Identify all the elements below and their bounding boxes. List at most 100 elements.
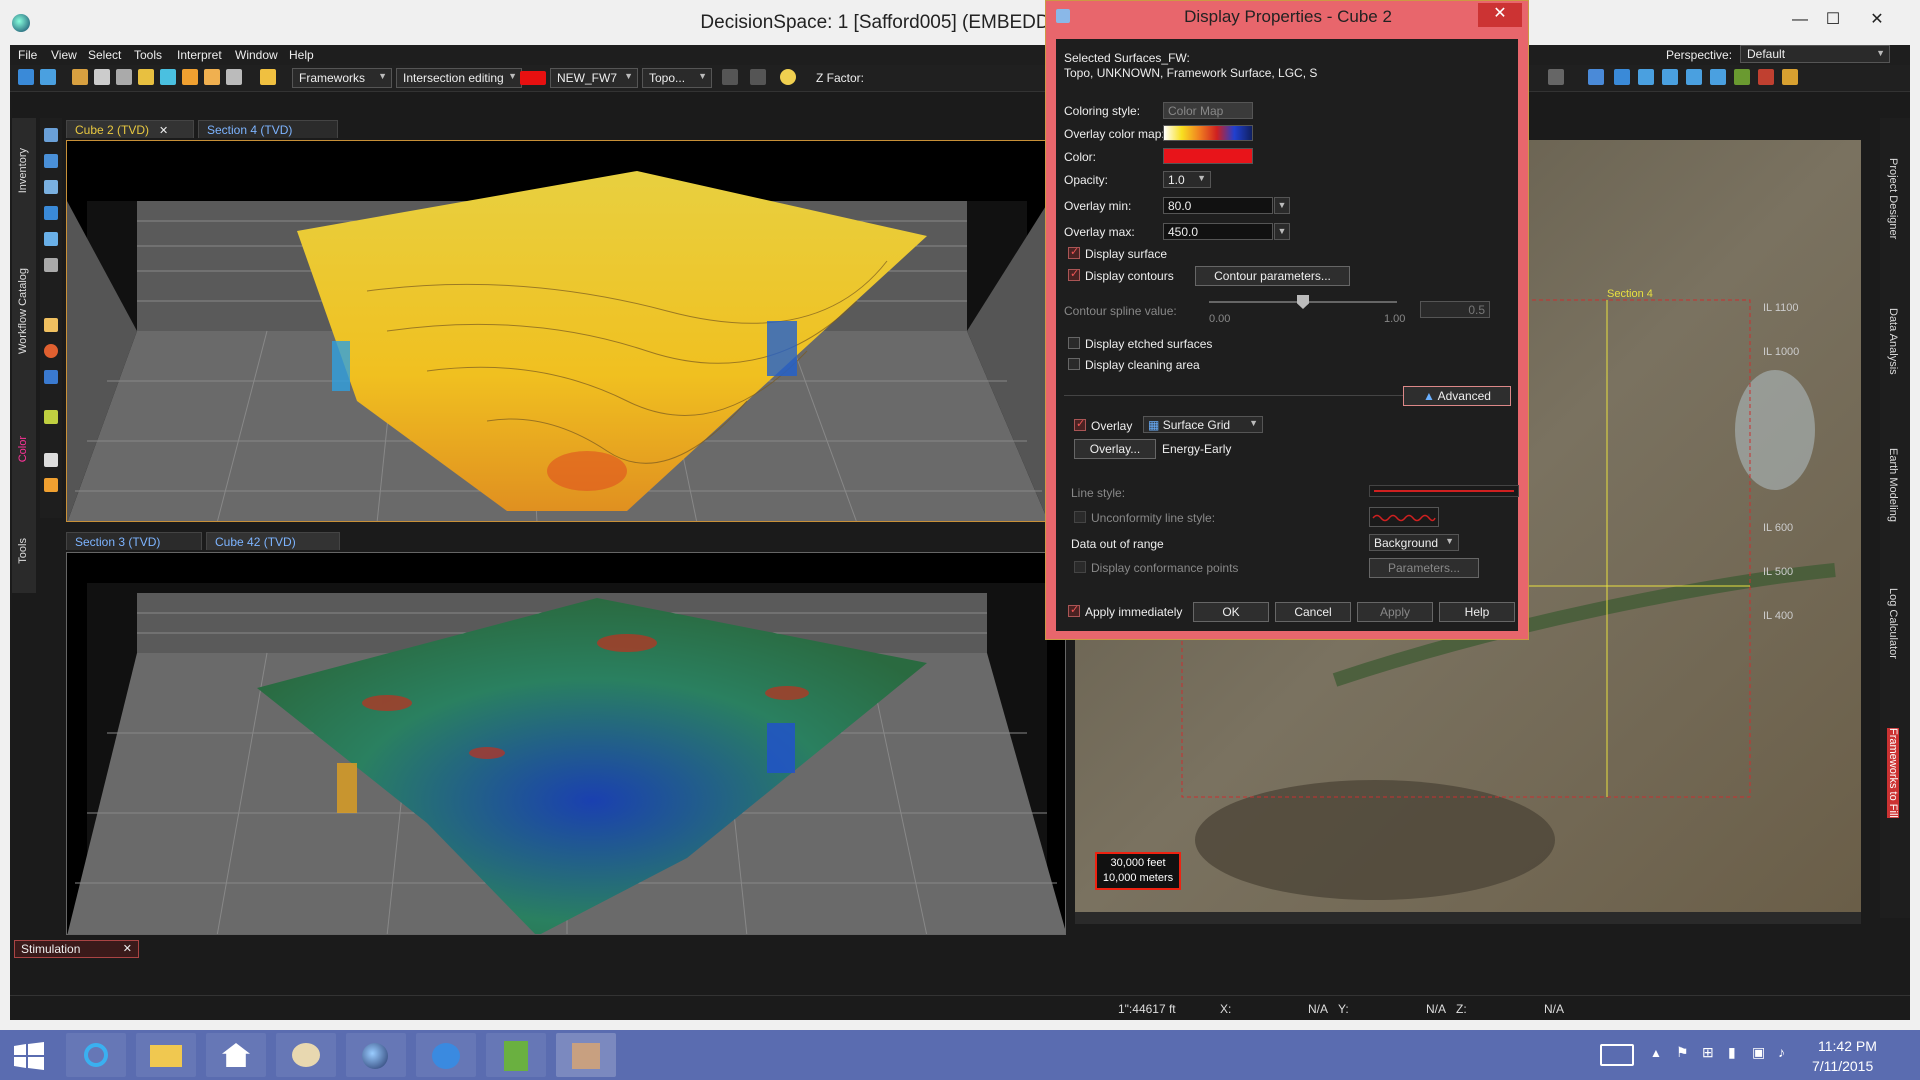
cube-icon[interactable] bbox=[44, 206, 58, 220]
pointer-icon[interactable] bbox=[44, 453, 58, 467]
map-horizontal-scrollbar[interactable] bbox=[1075, 912, 1861, 924]
project-designer-tab[interactable]: Project Designer bbox=[1887, 158, 1899, 239]
copy-icon[interactable] bbox=[94, 69, 110, 85]
menu-file[interactable]: File bbox=[18, 48, 37, 62]
cleaning-area-checkbox[interactable] bbox=[1068, 358, 1080, 370]
paint-app-icon[interactable] bbox=[276, 1033, 336, 1077]
rotate-icon[interactable] bbox=[44, 154, 58, 168]
graph-icon[interactable] bbox=[1638, 69, 1654, 85]
cancel-button[interactable]: Cancel bbox=[1275, 602, 1351, 622]
cube-2-viewport[interactable] bbox=[66, 140, 1048, 522]
internet-explorer-icon[interactable] bbox=[66, 1033, 126, 1077]
earth-modeling-tab[interactable]: Earth Modeling bbox=[1887, 448, 1899, 522]
layers-icon[interactable] bbox=[1588, 69, 1604, 85]
overlay-type-select[interactable]: ▦ Surface Grid ▼ bbox=[1143, 416, 1263, 433]
help-button[interactable]: Help bbox=[1439, 602, 1515, 622]
clock-time[interactable]: 11:42 PM bbox=[1818, 1038, 1877, 1054]
speaker-icon[interactable]: ♪ bbox=[1778, 1044, 1785, 1060]
square-icon[interactable] bbox=[44, 370, 58, 384]
zoom-icon[interactable] bbox=[44, 128, 58, 142]
topo-select[interactable]: Topo... ▼ bbox=[642, 68, 712, 88]
network-icon[interactable]: ▣ bbox=[1752, 1044, 1765, 1061]
undo-icon[interactable] bbox=[722, 69, 738, 85]
chevron-up-icon[interactable]: ▲ bbox=[1650, 1046, 1662, 1060]
grid-icon[interactable] bbox=[226, 69, 242, 85]
surface-select[interactable]: NEW_FW7 ▼ bbox=[550, 68, 638, 88]
measure-icon[interactable] bbox=[44, 410, 58, 424]
triangle-icon[interactable] bbox=[1614, 69, 1630, 85]
home-icon[interactable] bbox=[44, 232, 58, 246]
pencil-icon[interactable] bbox=[44, 478, 58, 492]
ok-button[interactable]: OK bbox=[1193, 602, 1269, 622]
tab-cube-2[interactable]: Cube 2 (TVD) ✕ bbox=[66, 120, 194, 138]
overlay-picker-button[interactable]: Overlay... bbox=[1074, 439, 1156, 459]
tab-section-4[interactable]: Section 4 (TVD) bbox=[198, 120, 338, 138]
data-analysis-tab[interactable]: Data Analysis bbox=[1887, 308, 1899, 375]
overlay-max-input[interactable]: 450.0 bbox=[1163, 223, 1273, 240]
display-surface-checkbox[interactable] bbox=[1068, 245, 1080, 259]
spline-slider-thumb[interactable] bbox=[1297, 295, 1309, 309]
close-icon[interactable]: ✕ bbox=[123, 942, 132, 955]
target-icon[interactable] bbox=[1758, 69, 1774, 85]
dots-icon[interactable] bbox=[1710, 69, 1726, 85]
decisionspace-app-icon[interactable] bbox=[416, 1033, 476, 1077]
dialog-close-button[interactable]: ✕ bbox=[1478, 3, 1522, 27]
unconformity-style-swatch[interactable] bbox=[1369, 507, 1439, 527]
stimulation-tab[interactable]: Stimulation ✕ bbox=[14, 940, 139, 958]
menu-view[interactable]: View bbox=[51, 48, 77, 62]
pause-icon[interactable] bbox=[1548, 69, 1564, 85]
file-explorer-icon[interactable] bbox=[136, 1033, 196, 1077]
display-contours-checkbox[interactable] bbox=[1068, 267, 1080, 281]
overlay-checkbox[interactable] bbox=[1074, 417, 1086, 431]
apply-button[interactable]: Apply bbox=[1357, 602, 1433, 622]
line-style-swatch[interactable] bbox=[1369, 485, 1519, 497]
parameters-button[interactable]: Parameters... bbox=[1369, 558, 1479, 578]
camera-icon[interactable] bbox=[44, 258, 58, 272]
folder-icon[interactable] bbox=[204, 69, 220, 85]
workflow-catalog-tab[interactable]: Workflow Catalog bbox=[17, 268, 29, 354]
log-calculator-tab[interactable]: Log Calculator bbox=[1887, 588, 1899, 659]
contour-parameters-button[interactable]: Contour parameters... bbox=[1195, 266, 1350, 286]
pencil-icon[interactable] bbox=[260, 69, 276, 85]
menu-window[interactable]: Window bbox=[235, 48, 278, 62]
tree-icon[interactable] bbox=[1686, 69, 1702, 85]
save-icon[interactable] bbox=[72, 69, 88, 85]
advanced-button[interactable]: ▲ Advanced bbox=[1403, 386, 1511, 406]
chart-icon[interactable] bbox=[1782, 69, 1798, 85]
etched-surfaces-checkbox[interactable] bbox=[1068, 337, 1080, 349]
overlay-min-input[interactable]: 80.0 bbox=[1163, 197, 1273, 214]
tools-tab[interactable]: Tools bbox=[17, 538, 29, 564]
opacity-select[interactable]: 1.0 ▼ bbox=[1163, 171, 1211, 188]
print-icon[interactable] bbox=[116, 69, 132, 85]
close-window-button[interactable]: ✕ bbox=[1862, 8, 1892, 32]
tab-cube-42[interactable]: Cube 42 (TVD) bbox=[206, 532, 340, 550]
start-button[interactable] bbox=[14, 1042, 44, 1070]
new-icon[interactable] bbox=[18, 69, 34, 85]
menu-help[interactable]: Help bbox=[289, 48, 314, 62]
flag-icon[interactable]: ⚑ bbox=[1676, 1044, 1689, 1061]
color-swatch-icon[interactable] bbox=[520, 71, 546, 85]
frameworks-select[interactable]: Frameworks ▼ bbox=[292, 68, 392, 88]
tab-section-3[interactable]: Section 3 (TVD) bbox=[66, 532, 202, 550]
bulb-icon[interactable] bbox=[138, 69, 154, 85]
perspective-select[interactable]: Default ▼ bbox=[1740, 45, 1890, 63]
coloring-style-select[interactable]: Color Map bbox=[1163, 102, 1253, 119]
overlay-max-dropdown[interactable]: ▼ bbox=[1274, 223, 1290, 240]
toolbox-app-icon[interactable] bbox=[556, 1033, 616, 1077]
clock-date[interactable]: 7/11/2015 bbox=[1812, 1058, 1873, 1074]
battery-icon[interactable]: ▮ bbox=[1728, 1044, 1736, 1061]
network-icon[interactable] bbox=[160, 69, 176, 85]
menu-interpret[interactable]: Interpret bbox=[177, 48, 222, 62]
spreadsheet-app-icon[interactable] bbox=[486, 1033, 546, 1077]
menu-select[interactable]: Select bbox=[88, 48, 121, 62]
redo-icon[interactable] bbox=[750, 69, 766, 85]
globe-app-icon[interactable] bbox=[346, 1033, 406, 1077]
stop-icon[interactable] bbox=[44, 344, 58, 358]
pan-icon[interactable] bbox=[44, 180, 58, 194]
apply-immediately-checkbox[interactable] bbox=[1068, 603, 1080, 617]
sun-icon[interactable] bbox=[780, 69, 796, 85]
map-icon[interactable] bbox=[1734, 69, 1750, 85]
conformance-checkbox[interactable] bbox=[1074, 561, 1086, 573]
windows-icon[interactable]: ⊞ bbox=[1702, 1044, 1714, 1061]
spline-value-input[interactable]: 0.5 bbox=[1420, 301, 1490, 318]
